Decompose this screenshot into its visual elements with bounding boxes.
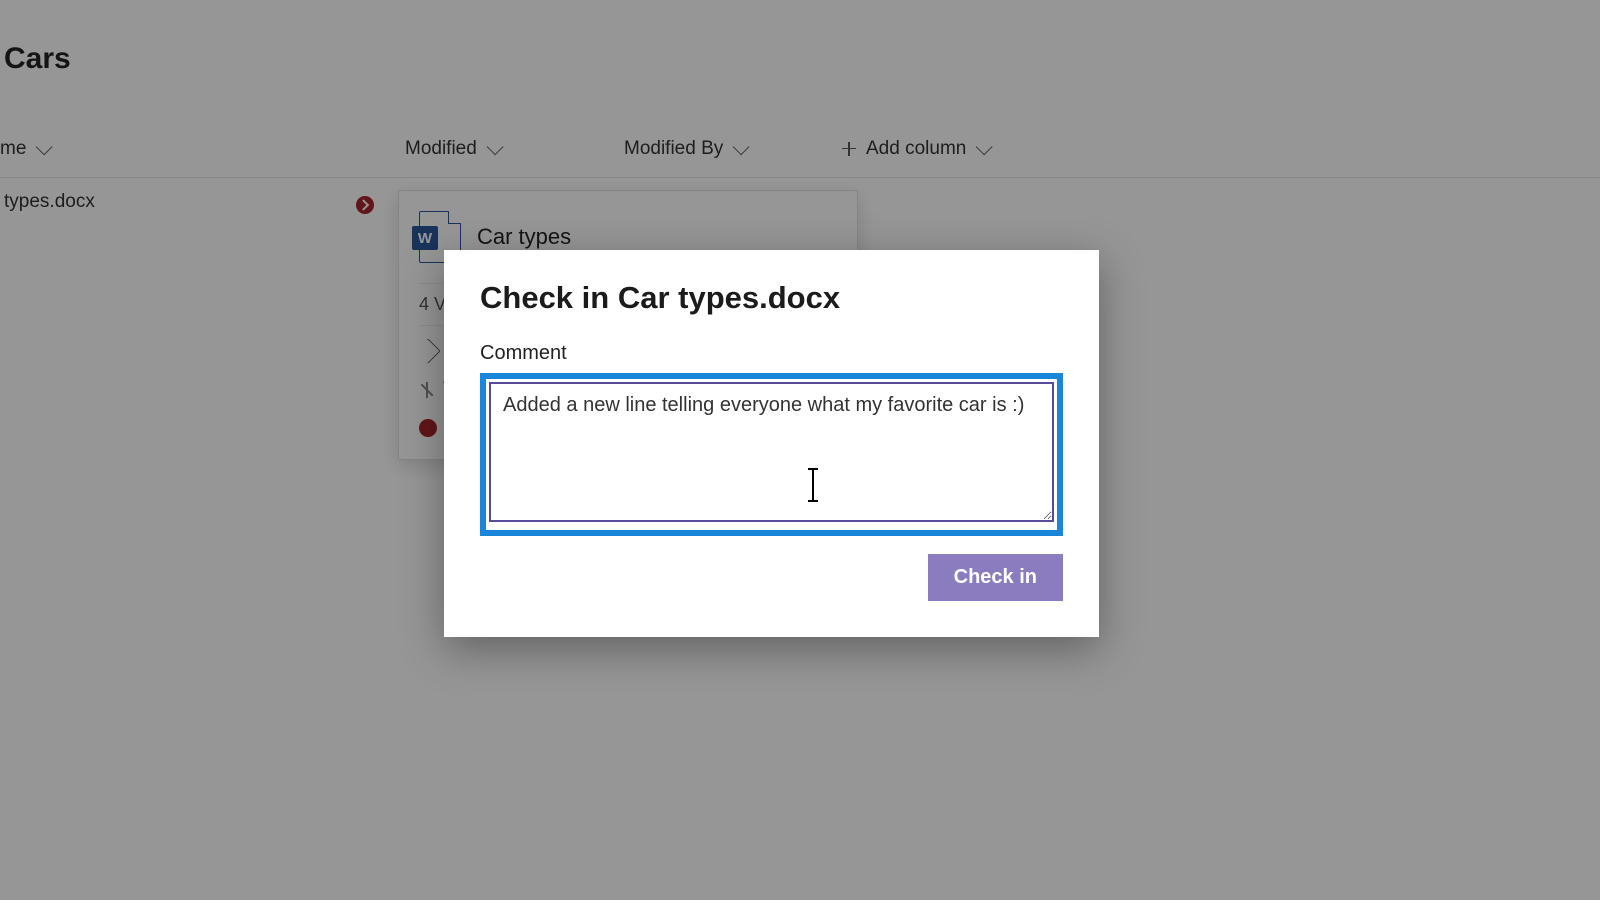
- text-cursor-icon: [812, 470, 814, 500]
- check-in-dialog: Check in Car types.docx Comment Check in: [444, 250, 1099, 637]
- highlight-frame: [480, 373, 1063, 536]
- comment-textarea[interactable]: [489, 382, 1054, 522]
- comment-label: Comment: [480, 342, 1063, 365]
- check-in-button[interactable]: Check in: [928, 554, 1063, 601]
- dialog-title: Check in Car types.docx: [480, 280, 1063, 316]
